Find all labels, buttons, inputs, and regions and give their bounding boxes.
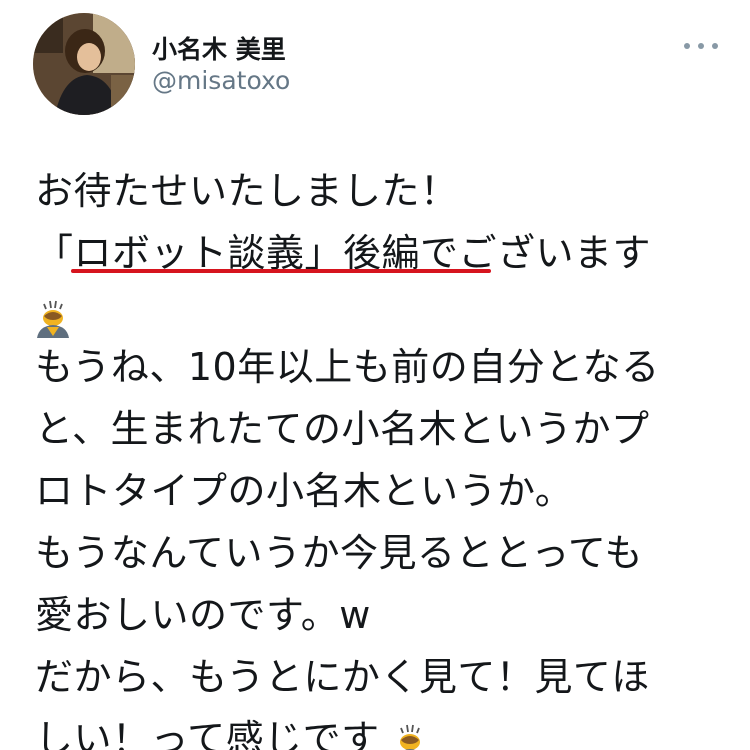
- tweet-line: ロトタイプの小名木というか。: [35, 469, 574, 513]
- tweet-text: お待たせいたしました！ 「ロボット談義」後編でございます もうね、10年以上も前…: [35, 160, 735, 750]
- person-bowing-emoji-icon: [392, 722, 428, 750]
- tweet-line: [35, 284, 735, 338]
- tweet-line: 愛おしいのです。w: [35, 593, 371, 637]
- person-bowing-emoji-icon: [35, 298, 71, 338]
- tweet-header: 小名木 美里 @misatoxo: [0, 0, 750, 130]
- more-options-icon[interactable]: [680, 30, 722, 60]
- author-handle[interactable]: @misatoxo: [152, 66, 290, 95]
- tweet-line: しい！って感じです: [35, 708, 735, 750]
- avatar[interactable]: [33, 13, 135, 115]
- red-underline-annotation: [71, 269, 491, 273]
- tweet-line: もうなんていうか今見るととっても: [35, 531, 644, 575]
- author-display-name[interactable]: 小名木 美里: [152, 30, 286, 66]
- tweet-line: と、生まれたての小名木というかプ: [35, 407, 650, 451]
- tweet-line: だから、もうとにかく見て！見てほ: [35, 655, 650, 699]
- tweet-line: 「ロボット談義」後編でございます: [35, 231, 652, 275]
- tweet-line: もうね、10年以上も前の自分となる: [35, 345, 660, 389]
- tweet-line: お待たせいたしました！: [35, 169, 459, 213]
- avatar-photo: [33, 13, 135, 115]
